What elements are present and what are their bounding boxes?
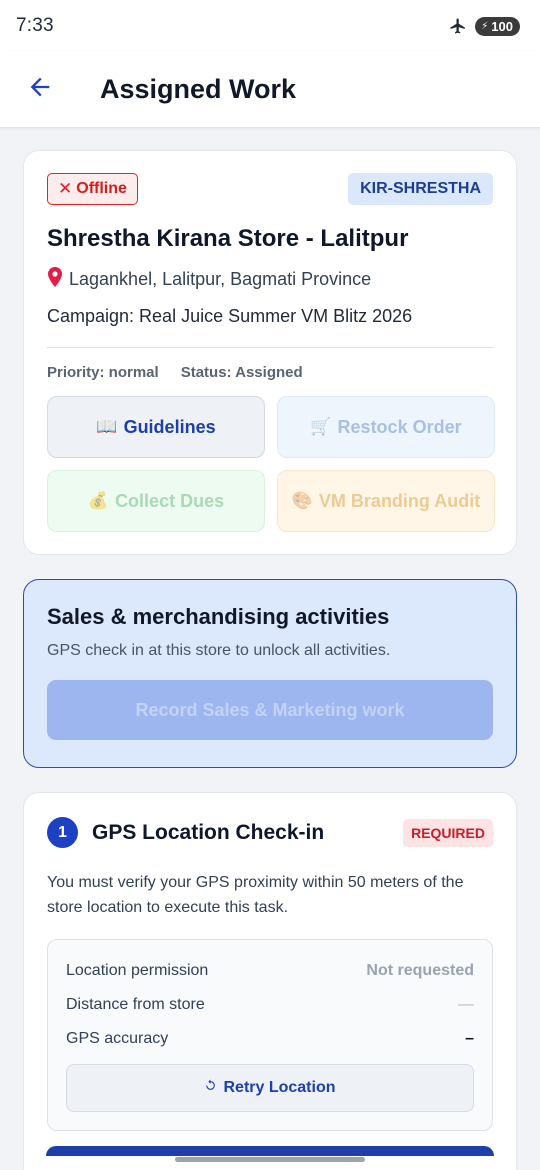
retry-label: Retry Location: [223, 1079, 336, 1096]
arrow-left-icon: [26, 73, 54, 106]
gps-title: GPS Location Check-in: [92, 820, 325, 844]
status-bar: 7:33 ⚡ 100: [0, 0, 540, 52]
battery-indicator: ⚡ 100: [475, 16, 520, 36]
page-title: Assigned Work: [100, 74, 297, 104]
store-code-badge: KIR-SHRESTHA: [348, 173, 493, 205]
accuracy-label: GPS accuracy: [66, 1030, 169, 1047]
status-icons: ⚡ 100: [449, 16, 520, 36]
close-x-icon: ✕: [58, 179, 73, 198]
priority-text: Priority: normal: [47, 364, 159, 381]
refresh-icon: [204, 1079, 217, 1097]
audit-label: VM Branding Audit: [318, 490, 481, 511]
location-pin-icon: [47, 267, 63, 292]
vm-branding-audit-button[interactable]: 🎨 VM Branding Audit: [277, 470, 495, 532]
record-sales-button[interactable]: Record Sales & Marketing work: [47, 680, 493, 740]
cart-icon: 🛒: [310, 417, 332, 436]
gps-title-group: 1 GPS Location Check-in: [47, 817, 324, 848]
offline-label: Offline: [76, 180, 127, 197]
status-text: Status: Assigned: [180, 364, 303, 381]
store-badges-row: ✕ Offline KIR-SHRESTHA: [47, 173, 493, 205]
sales-subtitle: GPS check in at this store to unlock all…: [47, 642, 391, 659]
palette-icon: 🎨: [291, 491, 313, 510]
campaign-text: Campaign: Real Juice Summer VM Blitz 202…: [47, 306, 413, 326]
main-content: ✕ Offline KIR-SHRESTHA Shrestha Kirana S…: [23, 150, 517, 1170]
home-indicator[interactable]: [175, 1157, 365, 1162]
gps-info-box: Location permission Not requested Distan…: [47, 939, 493, 1131]
info-row-permission: Location permission Not requested: [66, 954, 474, 988]
distance-value: —: [458, 996, 474, 1013]
required-badge: REQUIRED: [403, 818, 493, 847]
info-row-accuracy: GPS accuracy –: [66, 1022, 474, 1056]
money-bag-icon: 💰: [87, 491, 110, 510]
distance-label: Distance from store: [66, 996, 205, 1013]
permission-value: Not requested: [366, 962, 474, 979]
offline-badge: ✕ Offline: [47, 173, 138, 205]
action-grid: 📖 Guidelines 🛒 Restock Order 💰 Collect D…: [47, 396, 495, 532]
next-step-button-edge[interactable]: [46, 1146, 494, 1156]
info-row-distance: Distance from store —: [66, 988, 474, 1022]
dues-label: Collect Dues: [115, 490, 225, 511]
airplane-icon: [449, 17, 467, 35]
book-icon: 📖: [96, 417, 118, 436]
guidelines-button[interactable]: 📖 Guidelines: [47, 396, 265, 458]
battery-level: 100: [491, 18, 513, 34]
store-meta: Priority: normal Status: Assigned: [47, 364, 493, 381]
gps-header: 1 GPS Location Check-in REQUIRED: [47, 817, 493, 848]
restock-order-button[interactable]: 🛒 Restock Order: [277, 396, 495, 458]
store-address: Lagankhel, Lalitpur, Bagmati Province: [47, 267, 493, 292]
battery-bolt-icon: ⚡: [481, 20, 489, 32]
guidelines-label: Guidelines: [123, 416, 216, 437]
sales-activities-card: Sales & merchandising activities GPS che…: [23, 579, 517, 768]
app-header: Assigned Work: [0, 52, 540, 128]
accuracy-value: –: [465, 1030, 474, 1047]
retry-location-button[interactable]: Retry Location: [66, 1064, 474, 1112]
back-button[interactable]: [10, 60, 70, 120]
store-card: ✕ Offline KIR-SHRESTHA Shrestha Kirana S…: [23, 150, 517, 555]
collect-dues-button[interactable]: 💰 Collect Dues: [47, 470, 265, 532]
permission-label: Location permission: [66, 962, 209, 979]
address-text: Lagankhel, Lalitpur, Bagmati Province: [69, 269, 372, 289]
store-name: Shrestha Kirana Store - Lalitpur: [47, 225, 409, 252]
gps-checkin-card: 1 GPS Location Check-in REQUIRED You mus…: [23, 792, 517, 1170]
restock-label: Restock Order: [337, 416, 462, 437]
divider: [47, 347, 493, 348]
status-time: 7:33: [16, 15, 54, 36]
gps-description: You must verify your GPS proximity withi…: [47, 874, 464, 916]
sales-title: Sales & merchandising activities: [47, 604, 390, 629]
step-number: 1: [47, 817, 78, 848]
